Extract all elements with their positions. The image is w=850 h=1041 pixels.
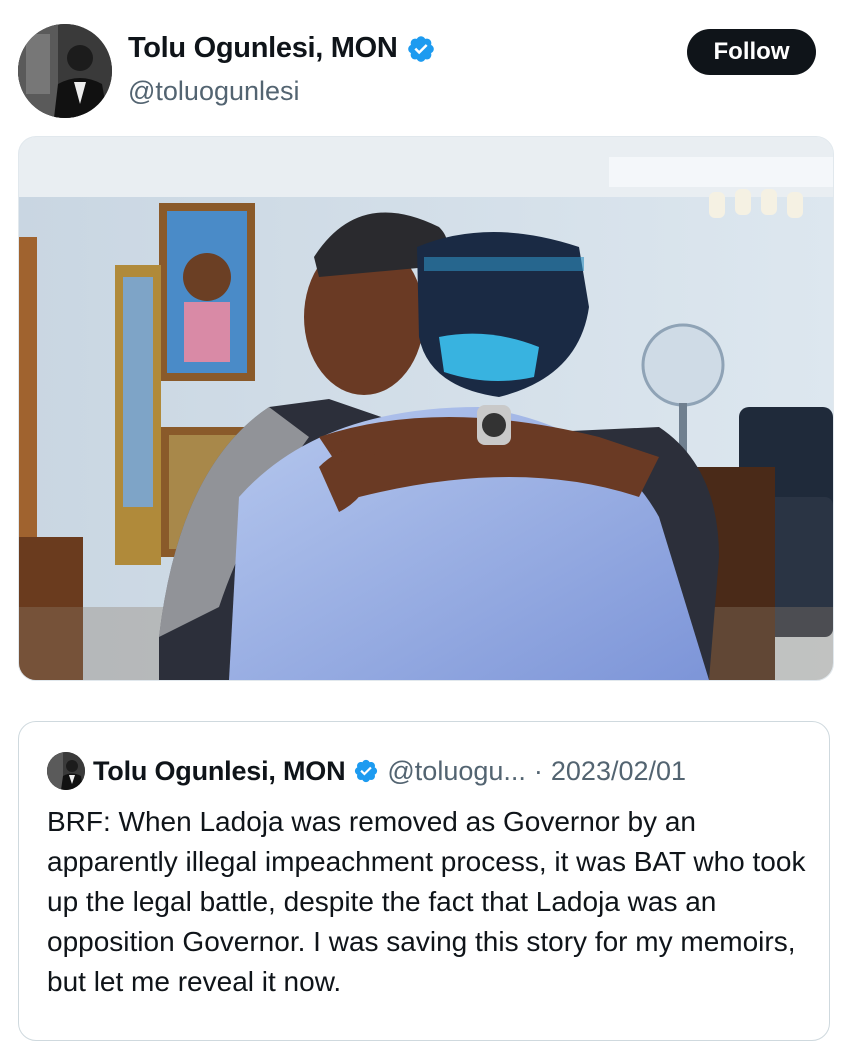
quoted-author-name[interactable]: Tolu Ogunlesi, MON bbox=[93, 756, 346, 787]
author-name[interactable]: Tolu Ogunlesi, MON bbox=[128, 32, 398, 65]
follow-button[interactable]: Follow bbox=[687, 29, 816, 75]
quoted-author-handle[interactable]: @toluogu... bbox=[387, 756, 526, 787]
quoted-author-avatar[interactable] bbox=[47, 752, 85, 790]
quoted-tweet-text: BRF: When Ladoja was removed as Governor… bbox=[47, 806, 806, 997]
tweet-photo[interactable] bbox=[18, 136, 834, 681]
author-avatar[interactable] bbox=[18, 24, 112, 118]
verified-badge-icon bbox=[407, 35, 434, 62]
quoted-tweet-card[interactable]: Tolu Ogunlesi, MON @toluogu... · 2023/02… bbox=[18, 721, 830, 1041]
separator-dot: · bbox=[533, 755, 543, 786]
tweet-header: Tolu Ogunlesi, MON @toluogunlesi Follow bbox=[0, 0, 850, 130]
author-handle[interactable]: @toluogunlesi bbox=[128, 76, 300, 107]
verified-badge-icon bbox=[355, 759, 378, 783]
quoted-tweet-date[interactable]: 2023/02/01 bbox=[551, 756, 686, 787]
